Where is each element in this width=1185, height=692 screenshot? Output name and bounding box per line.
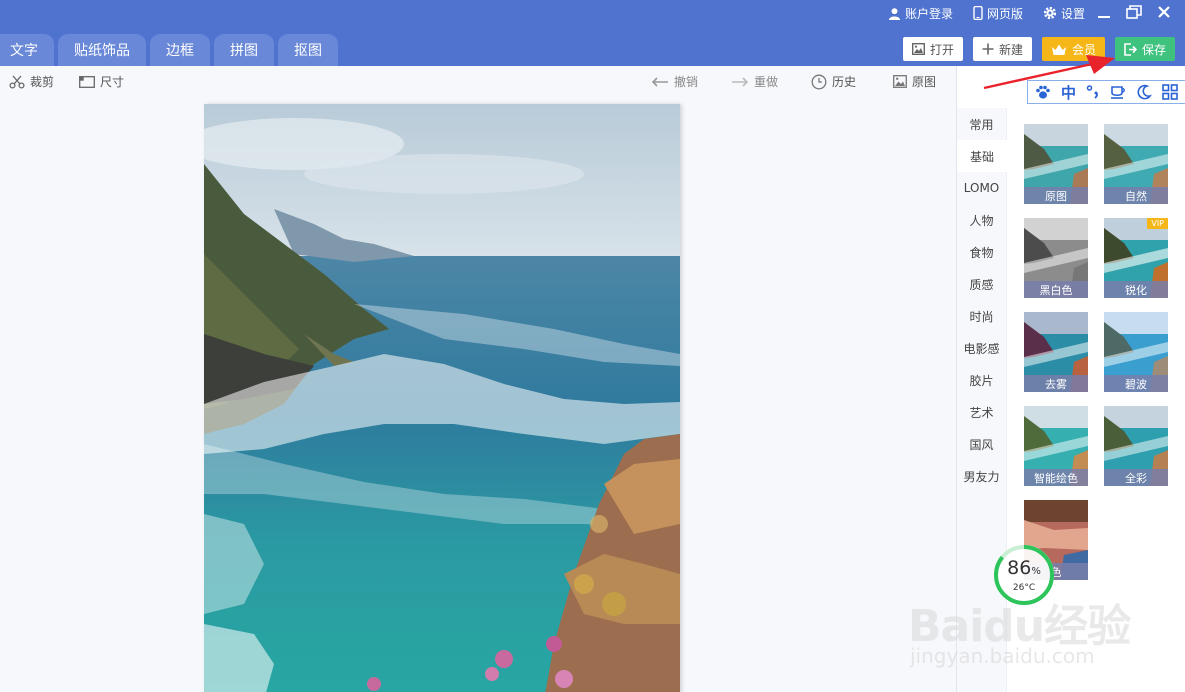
undo-label: 撤销 (674, 75, 699, 89)
gear-icon (1043, 6, 1057, 20)
history-tool[interactable]: 历史 (811, 73, 856, 90)
grid-icon[interactable] (1162, 84, 1178, 100)
crop-label: 裁剪 (30, 75, 55, 89)
coastline-photo (204, 104, 680, 692)
open-button[interactable]: 打开 (902, 37, 963, 61)
vip-badge: VIP (1147, 218, 1168, 229)
tab-cutout[interactable]: 抠图 (278, 34, 338, 66)
category-lomo[interactable]: LOMO (957, 172, 1006, 204)
redo-tool[interactable]: 重做 (731, 73, 778, 90)
performance-readout: 86% (992, 557, 1056, 579)
category-chinese[interactable]: 国风 (957, 428, 1006, 460)
category-art[interactable]: 艺术 (957, 396, 1006, 428)
performance-meter[interactable]: 86% 26°C (992, 543, 1056, 607)
category-texture[interactable]: 质感 (957, 268, 1006, 300)
size-label: 尺寸 (100, 75, 125, 89)
settings-link[interactable]: 设置 (1043, 5, 1085, 22)
filter-full-color[interactable]: 全彩 (1104, 406, 1168, 486)
tool-row: 裁剪 尺寸 撤销 重做 历史 原图 (0, 66, 956, 96)
arrow-right-icon (732, 76, 749, 87)
settings-label: 设置 (1060, 6, 1085, 21)
web-version-label: 网页版 (986, 6, 1023, 21)
category-common[interactable]: 常用 (957, 108, 1006, 140)
close-icon (1158, 6, 1170, 18)
category-film[interactable]: 胶片 (957, 364, 1006, 396)
filter-label: 智能绘色 (1024, 469, 1088, 486)
resize-icon (79, 75, 95, 88)
filter-sharpen[interactable]: VIP 锐化 (1104, 218, 1168, 298)
tab-frames[interactable]: 边框 (150, 34, 210, 66)
arrow-left-icon (651, 76, 668, 87)
category-fashion[interactable]: 时尚 (957, 300, 1006, 332)
history-label: 历史 (832, 75, 857, 89)
filter-black-white[interactable]: 黑白色 (1024, 218, 1088, 298)
filter-dehaze[interactable]: 去雾 (1024, 312, 1088, 392)
tab-collage[interactable]: 拼图 (214, 34, 274, 66)
original-label: 原图 (912, 75, 937, 89)
temperature-value: 26°C (1012, 583, 1036, 593)
filter-label: 碧波 (1104, 375, 1168, 392)
tab-stickers[interactable]: 贴纸饰品 (58, 34, 146, 66)
filter-smart-color[interactable]: 智能绘色 (1024, 406, 1088, 486)
image-icon (911, 43, 925, 55)
annotation-arrow (983, 55, 1115, 90)
category-cinematic[interactable]: 电影感 (957, 332, 1006, 364)
filter-natural[interactable]: 自然 (1104, 124, 1168, 204)
original-tool[interactable]: 原图 (893, 73, 936, 90)
maximize-button[interactable] (1123, 2, 1145, 22)
size-tool[interactable]: 尺寸 (79, 73, 124, 90)
minimize-button[interactable] (1093, 2, 1115, 22)
filter-panel: 中 常用 基础 LOMO 人物 食物 质感 时尚 电影感 胶片 艺术 国风 男友… (956, 66, 1185, 692)
filter-label: 全彩 (1104, 469, 1168, 486)
web-version-link[interactable]: 网页版 (973, 5, 1023, 22)
open-label: 打开 (929, 42, 954, 57)
undo-tool[interactable]: 撤销 (651, 73, 698, 90)
moon-icon[interactable] (1136, 84, 1152, 100)
filter-label: 自然 (1104, 187, 1168, 204)
category-boyfriend[interactable]: 男友力 (957, 460, 1006, 492)
filter-label: 黑白色 (1024, 281, 1088, 298)
restore-icon (1126, 5, 1142, 19)
temperature-readout: 26°C (992, 583, 1056, 593)
filter-original[interactable]: 原图 (1024, 124, 1088, 204)
filter-label: 原图 (1024, 187, 1088, 204)
user-icon (888, 7, 901, 20)
performance-unit: % (1031, 566, 1041, 577)
category-basic[interactable]: 基础 (957, 140, 1007, 172)
crop-tool[interactable]: 裁剪 (9, 73, 54, 90)
edited-photo[interactable] (204, 104, 680, 692)
minimize-icon (1098, 16, 1110, 18)
category-portrait[interactable]: 人物 (957, 204, 1006, 236)
scissors-icon (9, 75, 25, 89)
tab-text[interactable]: 文字 (0, 34, 54, 66)
window-controls (1093, 2, 1175, 22)
account-login-label: 账户登录 (904, 6, 953, 21)
clock-icon (811, 74, 827, 89)
account-login-link[interactable]: 账户登录 (888, 5, 953, 22)
filter-label: 去雾 (1024, 375, 1088, 392)
category-food[interactable]: 食物 (957, 236, 1006, 268)
title-links: 账户登录 网页版 设置 (888, 4, 1085, 22)
picture-icon (893, 75, 907, 88)
phone-icon (973, 6, 983, 20)
performance-value: 86 (1007, 557, 1032, 579)
save-label: 保存 (1141, 42, 1166, 57)
filter-azure[interactable]: 碧波 (1104, 312, 1168, 392)
close-button[interactable] (1153, 2, 1175, 22)
main-tabs: 文字 贴纸饰品 边框 拼图 抠图 (0, 34, 342, 66)
filter-label: 锐化 (1104, 281, 1168, 298)
redo-label: 重做 (754, 75, 779, 89)
editor-canvas[interactable] (0, 96, 956, 692)
